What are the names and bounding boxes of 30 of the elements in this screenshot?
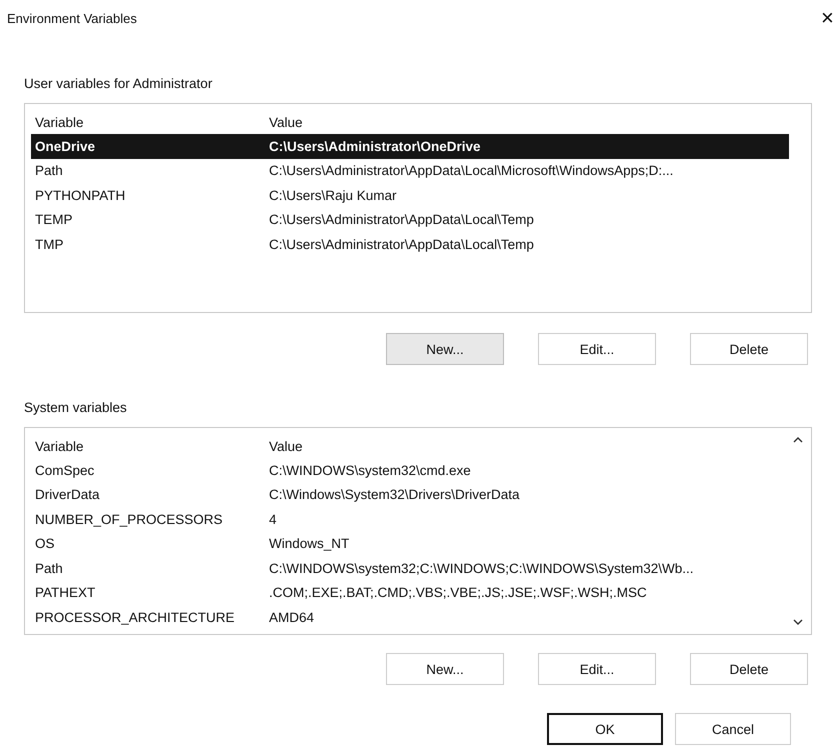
action-button[interactable]: New... (386, 333, 504, 365)
section-label: User variables for Administrator (24, 76, 214, 91)
list-row[interactable]: PATHEXT .COM;.EXE;.BAT;.CMD;.VBS;.VBE;.JS;.JSE;.WSF;.WSH;.MSC (31, 580, 789, 605)
section-label: System variables (24, 400, 128, 415)
column-header[interactable]: Value (265, 114, 789, 130)
list-row[interactable]: Path C:\WINDOWS\system32;C:\WINDOWS;C:\WINDOWS\System32\Wb... (31, 556, 789, 580)
list-row[interactable]: Path C:\Users\Administrator\AppData\Local\Microsoft\WindowsApps;D:... (31, 158, 789, 183)
list-row[interactable]: TEMP C:\Users\Administrator\AppData\Local\Temp (31, 208, 789, 232)
action-button[interactable]: Delete (690, 653, 808, 685)
ok-button[interactable]: OK (547, 713, 663, 745)
list-row[interactable]: DriverData C:\Windows\System32\Drivers\DriverData (31, 482, 789, 507)
action-button[interactable]: Edit... (538, 653, 656, 685)
list-row[interactable]: OneDrive C:\Users\Administrator\OneDrive (31, 134, 789, 158)
list-row[interactable]: TMP C:\Users\Administrator\AppData\Local\Temp (31, 232, 789, 256)
action-button[interactable]: Delete (690, 333, 808, 365)
list-row[interactable]: PROCESSOR_ARCHITECTURE AMD64 (31, 605, 789, 630)
close-button[interactable]: × (821, 8, 833, 28)
scroll-down-icon[interactable] (793, 619, 803, 626)
action-button[interactable]: New... (386, 653, 504, 685)
list-row[interactable]: PYTHONPATH C:\Users\Raju Kumar (31, 183, 789, 208)
column-header[interactable]: Variable (31, 114, 265, 130)
column-header[interactable]: Variable (31, 438, 265, 454)
cancel-button[interactable]: Cancel (675, 713, 791, 745)
column-header[interactable]: Value (265, 438, 789, 454)
scroll-up-icon[interactable] (793, 436, 803, 443)
window-title: Environment Variables (7, 10, 137, 26)
list-row[interactable]: NUMBER_OF_PROCESSORS 4 (31, 507, 789, 532)
list-row[interactable]: ComSpec C:\WINDOWS\system32\cmd.exe (31, 458, 789, 482)
action-button[interactable]: Edit... (538, 333, 656, 365)
list-row[interactable]: OS Windows_NT (31, 532, 789, 556)
